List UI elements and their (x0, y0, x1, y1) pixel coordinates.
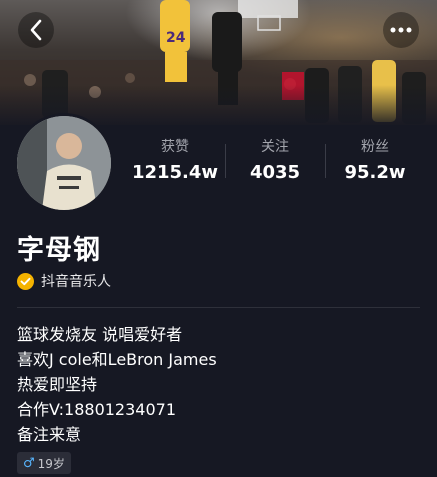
more-button[interactable] (383, 12, 419, 48)
profile-name: 字母钢 (17, 235, 101, 266)
stat-value: 1215.4w (131, 162, 219, 183)
stat-label: 获赞 (161, 139, 189, 155)
avatar[interactable] (14, 113, 114, 213)
stat-label: 关注 (261, 139, 289, 155)
gender-age-tag: ♂ 19岁 (17, 452, 71, 474)
verification-text: 抖音音乐人 (41, 274, 111, 290)
stat-label: 粉丝 (361, 139, 389, 155)
stat-value: 4035 (249, 162, 301, 183)
stat-value: 95.2w (344, 162, 406, 183)
back-button[interactable] (18, 12, 54, 48)
svg-text:24: 24 (166, 30, 186, 46)
stat-likes[interactable]: 获赞 1215.4w (125, 138, 225, 188)
stat-followers[interactable]: 粉丝 95.2w (325, 138, 425, 188)
chevron-left-icon (30, 19, 42, 41)
verified-check-icon (17, 272, 34, 290)
bio-line: 篮球发烧友 说唱爱好者 (17, 325, 183, 344)
verification-badge: 抖音音乐人 (17, 271, 111, 291)
more-dots-icon (390, 27, 412, 33)
male-icon: ♂ (23, 455, 35, 471)
profile-banner: 24 (0, 0, 437, 125)
bio: 篮球发烧友 说唱爱好者 喜欢J cole和LeBron James 热爱即坚持 … (17, 322, 417, 447)
divider (17, 307, 420, 308)
bio-line: 合作V:18801234071 (17, 400, 177, 419)
stats-row: 获赞 1215.4w 关注 4035 粉丝 95.2w (125, 138, 425, 188)
bio-line: 备注来意 (17, 425, 82, 444)
bio-line: 热爱即坚持 (17, 375, 98, 394)
stat-following[interactable]: 关注 4035 (225, 138, 325, 188)
avatar-photo (17, 116, 111, 210)
age-text: 19岁 (37, 456, 65, 471)
bio-line: 喜欢J cole和LeBron James (17, 350, 217, 369)
